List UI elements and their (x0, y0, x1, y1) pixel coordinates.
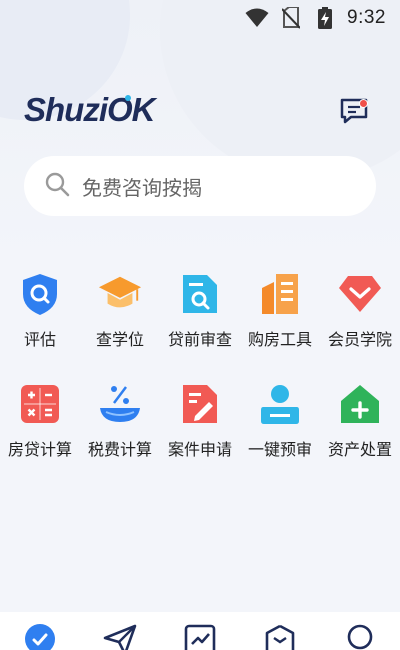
feature-label: 查学位 (95, 330, 144, 349)
tab-cube[interactable] (260, 624, 300, 650)
feature-case-apply[interactable]: 案件申请 (160, 382, 240, 460)
tab-send[interactable] (100, 624, 140, 650)
feature-assess[interactable]: 评估 (0, 272, 80, 350)
document-search-icon (178, 272, 222, 316)
house-plus-icon (338, 382, 382, 426)
feature-label: 案件申请 (167, 440, 232, 459)
feature-label: 会员学院 (327, 330, 392, 349)
calculator-icon (18, 382, 62, 426)
bottom-tab-bar (0, 612, 400, 650)
feature-grid-row: 房贷计算 税费计算 案件申请 一键预审 资产处置 (0, 382, 400, 460)
header: ShuziOK (24, 90, 372, 136)
feature-label: 税费计算 (87, 440, 152, 459)
cube-icon (264, 624, 296, 650)
feature-label: 评估 (23, 330, 56, 349)
feature-label: 贷前审查 (167, 330, 232, 349)
unread-badge (359, 99, 368, 108)
tab-profile[interactable] (340, 624, 380, 650)
feature-label: 一键预审 (247, 440, 312, 459)
battery-charging-icon (313, 7, 337, 29)
search-placeholder: 免费咨询按揭 (82, 175, 202, 200)
tab-home[interactable] (20, 624, 60, 650)
feature-tax-calc[interactable]: 税费计算 (80, 382, 160, 460)
feature-academy[interactable]: 会员学院 (320, 272, 400, 350)
search-bar[interactable]: 免费咨询按揭 (24, 156, 376, 216)
search-icon (44, 171, 70, 201)
home-check-icon (25, 624, 55, 650)
feature-tools[interactable]: 购房工具 (240, 272, 320, 350)
tab-chart[interactable] (180, 624, 220, 650)
status-bar: 9:32 (0, 0, 400, 36)
feature-pre-review[interactable]: 一键预审 (240, 382, 320, 460)
svg-text:ShuziOK: ShuziOK (24, 91, 158, 128)
user-badge-icon (258, 382, 302, 426)
clock: 9:32 (347, 7, 386, 28)
shield-search-icon (18, 272, 62, 316)
feature-loan-review[interactable]: 贷前审查 (160, 272, 240, 350)
feature-asset-disposal[interactable]: 资产处置 (320, 382, 400, 460)
feature-grid-row: 评估 查学位 贷前审查 购房工具 会员学院 (0, 272, 400, 350)
wifi-icon (245, 7, 269, 29)
document-edit-icon (178, 382, 222, 426)
feature-label: 购房工具 (247, 330, 312, 349)
no-sim-icon (279, 7, 303, 29)
chart-icon (184, 624, 216, 650)
feature-label: 房贷计算 (7, 440, 72, 459)
send-icon (103, 624, 137, 650)
graduation-cap-icon (98, 272, 142, 316)
message-button[interactable] (336, 95, 372, 131)
brand-logo[interactable]: ShuziOK (24, 89, 184, 138)
percent-bowl-icon (98, 382, 142, 426)
feature-mortgage-calc[interactable]: 房贷计算 (0, 382, 80, 460)
building-icon (258, 272, 302, 316)
profile-icon (345, 624, 375, 650)
feature-school[interactable]: 查学位 (80, 272, 160, 350)
diamond-check-icon (338, 272, 382, 316)
feature-label: 资产处置 (327, 440, 392, 459)
